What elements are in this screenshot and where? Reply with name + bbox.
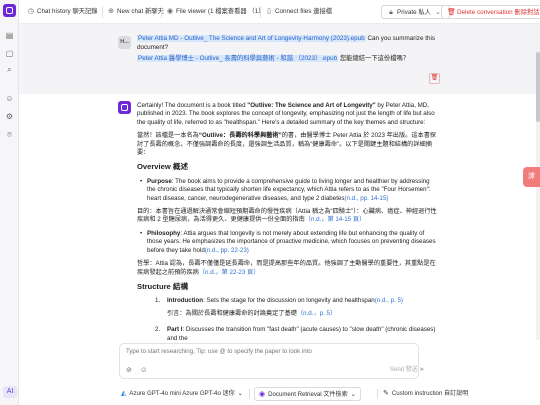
send-button[interactable]: Send 發送 ➤ <box>390 364 424 373</box>
citation-link[interactable]: （n.d.，p. 5） <box>297 310 336 317</box>
chevron-down-icon: ⌄ <box>350 391 356 398</box>
lock-icon: 🔒︎ <box>389 9 393 16</box>
divider <box>102 6 103 18</box>
assistant-avatar <box>118 101 131 114</box>
citation-link[interactable]: (n.d., pp. 14-15) <box>344 195 388 202</box>
settings-icon[interactable]: ⚙ <box>4 111 15 122</box>
citation-link[interactable]: （n.d.，第 22-23 頁） <box>199 269 260 276</box>
citation-link[interactable]: （n.d.，第 14-15 頁） <box>305 216 366 223</box>
plus-icon: ⊕ <box>108 8 114 15</box>
custom-instruction-button[interactable]: ✎ Custom instruction 自訂說明 <box>383 387 468 401</box>
list-item: 2. Part I: Discusses the transition from… <box>155 326 436 340</box>
divider <box>249 389 250 399</box>
divider <box>260 6 261 18</box>
file-reference-link[interactable]: Peter Attia MD - Outlive_ The Science an… <box>137 35 366 42</box>
instruction-icon: ✎ <box>383 390 389 397</box>
intro-zh: 當然！該檔是一本名為“Outlive：長壽的科學與藝術”的書，由醫學博士 Pet… <box>137 132 437 157</box>
model-select[interactable]: ◭ Azure GPT-4o mini Azure GPT-4o 迷你 ⌄ <box>121 387 243 401</box>
composer: ⊘ ☺ Send 發送 ➤ <box>119 343 424 379</box>
citation-link[interactable]: (n.d., pp. 22-23) <box>205 247 249 254</box>
citation-link[interactable]: (n.d., p. 5) <box>375 297 403 304</box>
list-item-translation: 目的：本書旨在通過解決通常會縮短預期壽命的慢性疾病（Attia 稱之為“四騎士”… <box>137 208 437 224</box>
list-item: • Philosophy: Attia argues that longevit… <box>140 229 436 254</box>
left-rail: ▤ ▢ ⌕ ☺ ⚙ ⌾ AI <box>0 0 19 405</box>
attach-icon[interactable]: ⊘ <box>126 366 132 374</box>
user-message-en: Peter Attia MD - Outlive_ The Science an… <box>137 35 435 51</box>
user-message-zh: Peter Attia 醫學博士 - Outlive_ 長壽的科學與藝術 - 和… <box>137 55 410 63</box>
chevron-down-icon: ⌄ <box>237 390 243 397</box>
users-icon[interactable]: ☺ <box>4 93 15 104</box>
divider <box>377 389 378 399</box>
list-item: • Purpose: The book aims to provide a co… <box>140 177 431 202</box>
delete-conversation-button[interactable]: 🗑︎Delete conversation 刪除對話 <box>441 5 540 19</box>
delete-message-icon[interactable]: 🗑︎ <box>429 73 440 84</box>
user-avatar: H... <box>118 36 131 49</box>
overview-heading: Overview 概述 <box>137 162 189 172</box>
bottom-bar: ◭ Azure GPT-4o mini Azure GPT-4o 迷你 ⌄ ◉ Doc… <box>19 383 540 405</box>
list-item: 1. Introduction: Sets the stage for the … <box>155 297 403 317</box>
send-icon: ➤ <box>419 367 425 373</box>
eye-icon: ◉ <box>166 8 174 15</box>
user-message: H... Peter Attia MD - Outlive_ The Scien… <box>19 24 536 94</box>
privacy-select[interactable]: 🔒︎ Private 私人 ⌄ <box>381 5 450 19</box>
assistant-message: Certainly! The document is a book titled… <box>137 102 437 340</box>
retrieval-icon: ◉ <box>259 391 266 398</box>
chat-history-button[interactable]: ◷ Chat history 聊天記錄 <box>27 5 98 19</box>
divider <box>161 6 162 18</box>
translate-badge[interactable]: 譯 <box>523 167 540 187</box>
list-item-translation: 哲學：Attia 認為，長壽不僅僅是延長壽命，而是提高那些年的品質。他強調了主動… <box>137 260 436 276</box>
user-message-text: Peter Attia MD - Outlive_ The Science an… <box>137 35 437 64</box>
chat-area[interactable]: H... Peter Attia MD - Outlive_ The Scien… <box>19 24 536 340</box>
document-retrieval-select[interactable]: ◉ Document Retrieval 文件檢索 ⌄ <box>254 387 361 401</box>
clock-icon: ◷ <box>27 8 35 15</box>
new-chat-button[interactable]: ⊕ New chat 新聊天 <box>107 5 164 19</box>
location-icon[interactable]: ⌾ <box>4 129 15 140</box>
app-logo-icon[interactable] <box>3 4 16 17</box>
emoji-icon[interactable]: ☺ <box>140 365 148 374</box>
file-icon: ▯ <box>267 8 271 15</box>
library-icon[interactable]: ▤ <box>4 30 15 41</box>
file-reference-link[interactable]: Peter Attia 醫學博士 - Outlive_ 長壽的科學與藝術 - 和… <box>137 55 339 63</box>
connect-files-button[interactable]: ▯ Connect files 連接檔 <box>265 5 332 19</box>
trash-icon: 🗑︎ <box>447 9 456 16</box>
app-root: ▤ ▢ ⌕ ☺ ⚙ ⌾ AI ◷ Chat history 聊天記錄 ⊕ New c… <box>0 0 540 405</box>
chat-icon[interactable]: ▢ <box>4 48 15 59</box>
search-icon[interactable]: ⌕ <box>4 64 15 75</box>
top-toolbar: ◷ Chat history 聊天記錄 ⊕ New chat 新聊天 ◉ File v… <box>19 0 540 24</box>
chat-input[interactable] <box>126 348 396 355</box>
structure-heading: Structure 結構 <box>137 281 189 291</box>
scrollbar-thumb[interactable] <box>536 52 540 122</box>
azure-logo-icon: ◭ <box>121 390 127 397</box>
file-viewer-button[interactable]: ◉ File viewer (1 檔案查看器 （1） <box>166 5 265 19</box>
intro-en: Certainly! The document is a book titled… <box>137 102 435 126</box>
assistant-toggle-icon[interactable]: AI <box>3 386 17 398</box>
